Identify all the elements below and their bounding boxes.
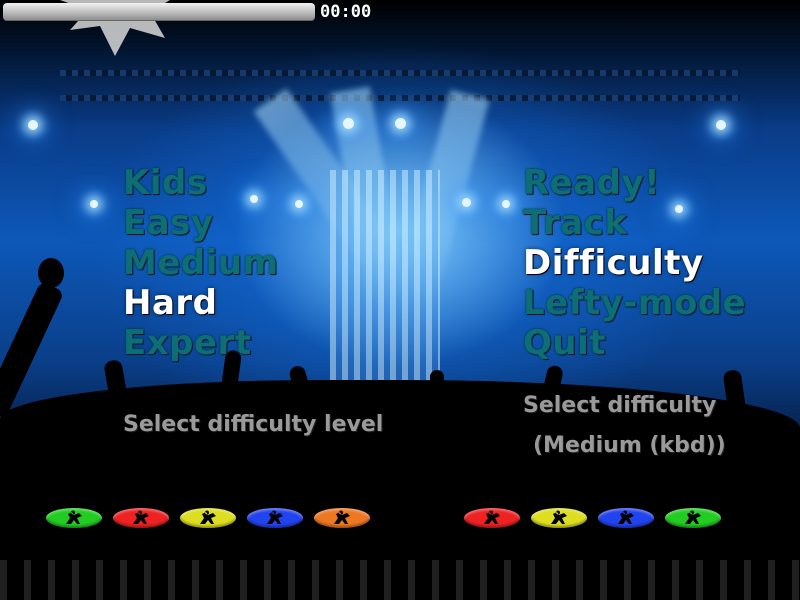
menu-item-lefty-mode[interactable]: Lefty-mode [523,283,746,323]
menu-item-track[interactable]: Track [523,203,746,243]
stage-light [395,118,406,129]
guitarist-icon [531,508,587,528]
guitarist-icon [113,508,169,528]
guitarist-icon [46,508,102,528]
difficulty-menu: Kids Easy Medium Hard Expert [123,163,279,363]
difficulty-option-easy[interactable]: Easy [123,203,279,243]
song-time: 00:00 [320,2,372,22]
stage-light [462,198,471,207]
difficulty-help-text: Select difficulty level [123,412,384,437]
difficulty-option-expert[interactable]: Expert [123,323,279,363]
guitarist-icon [665,508,721,528]
song-progress-bar [3,3,315,21]
difficulty-option-kids[interactable]: Kids [123,163,279,203]
stage-light [343,118,354,129]
menu-help-text: Select difficulty [523,393,717,418]
difficulty-option-medium[interactable]: Medium [123,243,279,283]
stage-light [28,120,38,130]
guitarist-icon [598,508,654,528]
crowd-reflection [0,560,800,600]
main-menu: Ready! Track Difficulty Lefty-mode Quit [523,163,746,363]
menu-item-difficulty[interactable]: Difficulty [523,243,746,283]
menu-item-ready[interactable]: Ready! [523,163,746,203]
guitarist-icon [314,508,370,528]
stage-truss [60,95,740,101]
difficulty-option-hard[interactable]: Hard [123,283,279,323]
guitarist-icon [464,508,520,528]
stage-truss [60,70,740,76]
stage-light [502,200,510,208]
raised-hand [38,258,64,288]
menu-item-quit[interactable]: Quit [523,323,746,363]
menu-help-subtext: (Medium (kbd)) [533,433,726,458]
stage-light [295,200,303,208]
stage-light [90,200,98,208]
guitarist-icon [247,508,303,528]
stage-curtain [330,170,440,400]
stage-light [716,120,726,130]
raised-arm [430,370,444,440]
guitarist-icon [180,508,236,528]
